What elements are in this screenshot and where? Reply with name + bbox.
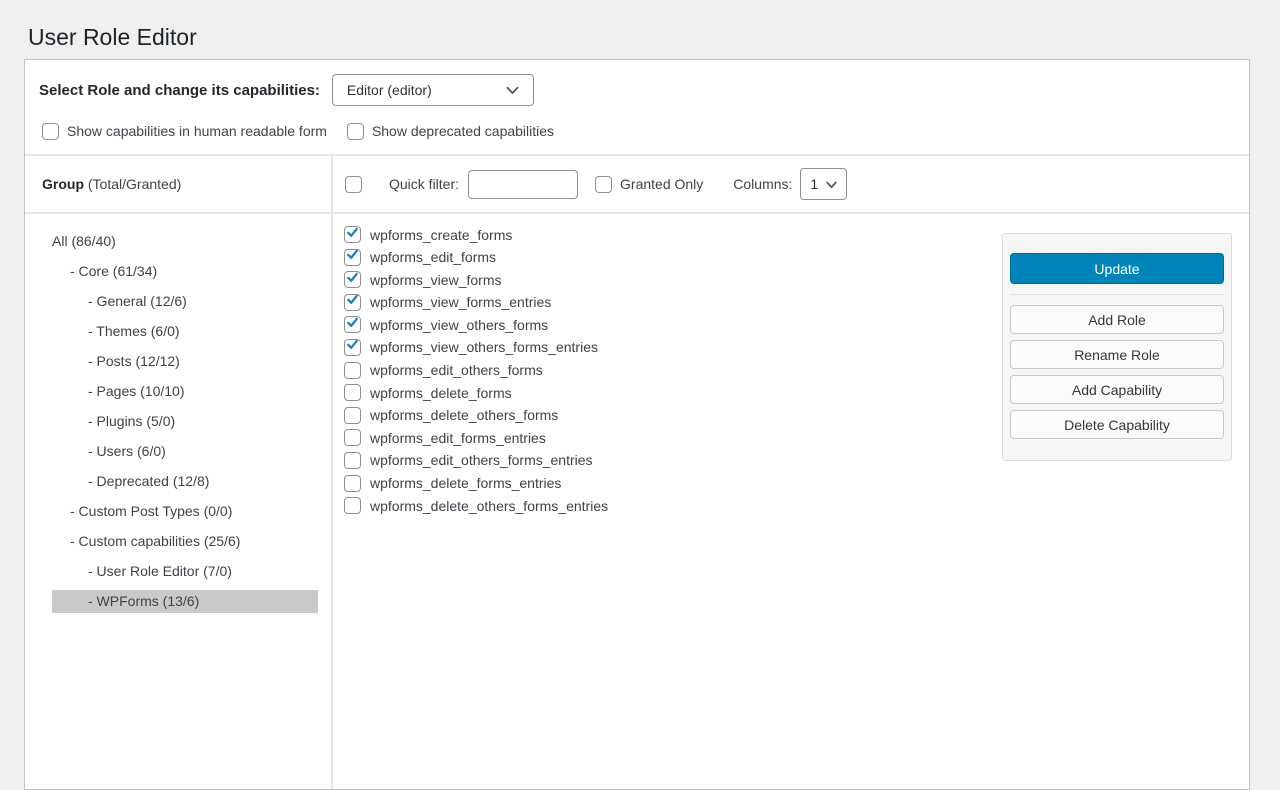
granted-only-checkbox[interactable] [595, 176, 612, 193]
check-icon [346, 338, 359, 356]
group-tree-item[interactable]: - Posts (12/12) [52, 350, 318, 373]
vertical-divider [331, 156, 333, 789]
capability-row: wpforms_delete_forms [344, 384, 608, 401]
columns-select-value: 1 [810, 176, 818, 192]
group-tree-item[interactable]: All (86/40) [52, 230, 318, 253]
role-select-label: Select Role and change its capabilities: [39, 82, 320, 99]
deprecated-checkbox[interactable] [347, 123, 364, 140]
capability-label: wpforms_view_forms_entries [370, 294, 551, 310]
role-select[interactable]: Editor (editor) [332, 74, 534, 106]
group-tree-item[interactable]: - User Role Editor (7/0) [52, 560, 318, 583]
capability-row: wpforms_edit_forms [344, 249, 608, 266]
group-header-suffix: (Total/Granted) [88, 176, 181, 192]
group-tree-item[interactable]: - WPForms (13/6) [52, 590, 318, 613]
capability-label: wpforms_delete_others_forms [370, 407, 558, 423]
check-icon [346, 226, 359, 244]
check-icon [346, 316, 359, 334]
capability-label: wpforms_edit_forms_entries [370, 430, 546, 446]
quick-filter-input[interactable] [468, 170, 578, 199]
capability-label: wpforms_edit_others_forms_entries [370, 452, 593, 468]
capability-row: wpforms_edit_others_forms [344, 362, 608, 379]
select-all-checkbox[interactable] [345, 176, 362, 193]
role-selector-row: Select Role and change its capabilities:… [39, 74, 534, 106]
divider [25, 212, 1249, 214]
capability-label: wpforms_edit_others_forms [370, 362, 543, 378]
capability-checkbox-checked[interactable] [344, 249, 361, 266]
capability-label: wpforms_view_forms [370, 272, 501, 288]
capability-checkbox-checked[interactable] [344, 271, 361, 288]
page-title: User Role Editor [28, 22, 197, 52]
human-readable-checkbox[interactable] [42, 123, 59, 140]
capability-checkbox-checked[interactable] [344, 316, 361, 333]
add-role-button[interactable]: Add Role [1010, 305, 1224, 334]
group-tree: All (86/40) - Core (61/34) - General (12/6… [25, 230, 331, 620]
delete-capability-button[interactable]: Delete Capability [1010, 410, 1224, 439]
group-tree-item[interactable]: - Plugins (5/0) [52, 410, 318, 433]
divider [1010, 294, 1224, 295]
capability-label: wpforms_delete_forms_entries [370, 475, 561, 491]
group-tree-item[interactable]: - Users (6/0) [52, 440, 318, 463]
columns-select[interactable]: 1 [800, 168, 847, 200]
add-capability-button[interactable]: Add Capability [1010, 375, 1224, 404]
update-button[interactable]: Update [1010, 253, 1224, 284]
quick-filter-label: Quick filter: [389, 176, 459, 192]
capability-row: wpforms_delete_forms_entries [344, 475, 608, 492]
main-panel: Select Role and change its capabilities:… [24, 59, 1250, 790]
group-tree-item[interactable]: - Custom Post Types (0/0) [52, 500, 318, 523]
capabilities-toolbar: Quick filter: Granted Only Columns: 1 [345, 156, 1239, 212]
role-select-value: Editor (editor) [347, 82, 432, 98]
capability-label: wpforms_view_others_forms [370, 317, 548, 333]
capability-checkbox[interactable] [344, 452, 361, 469]
capability-checkbox-checked[interactable] [344, 226, 361, 243]
display-options-row: Show capabilities in human readable form… [42, 122, 574, 140]
capability-row: wpforms_delete_others_forms [344, 407, 608, 424]
rename-role-button[interactable]: Rename Role [1010, 340, 1224, 369]
granted-only-label: Granted Only [620, 176, 703, 192]
human-readable-label: Show capabilities in human readable form [67, 123, 327, 139]
actions-panel: Update Add Role Rename Role Add Capabili… [1002, 233, 1232, 461]
chevron-down-icon [506, 82, 519, 98]
deprecated-label: Show deprecated capabilities [372, 123, 554, 139]
capability-label: wpforms_delete_forms [370, 385, 512, 401]
capability-label: wpforms_view_others_forms_entries [370, 339, 598, 355]
capability-checkbox[interactable] [344, 497, 361, 514]
check-icon [346, 293, 359, 311]
group-column-header: Group (Total/Granted) [42, 156, 181, 212]
group-tree-item[interactable]: - Deprecated (12/8) [52, 470, 318, 493]
capability-row: wpforms_delete_others_forms_entries [344, 497, 608, 514]
capability-row: wpforms_create_forms [344, 226, 608, 243]
capability-row: wpforms_view_forms_entries [344, 294, 608, 311]
check-icon [346, 248, 359, 266]
capability-checkbox[interactable] [344, 384, 361, 401]
chevron-down-icon [826, 176, 837, 192]
capability-row: wpforms_view_others_forms_entries [344, 339, 608, 356]
capability-row: wpforms_edit_forms_entries [344, 429, 608, 446]
group-tree-item[interactable]: - Custom capabilities (25/6) [52, 530, 318, 553]
capability-label: wpforms_delete_others_forms_entries [370, 498, 608, 514]
capability-label: wpforms_edit_forms [370, 249, 496, 265]
capability-checkbox-checked[interactable] [344, 294, 361, 311]
group-header-bold: Group [42, 176, 84, 192]
group-tree-item[interactable]: - Pages (10/10) [52, 380, 318, 403]
capability-checkbox[interactable] [344, 362, 361, 379]
group-tree-item[interactable]: - Core (61/34) [52, 260, 318, 283]
capabilities-list: wpforms_create_forms wpforms_edit_formswp… [344, 226, 608, 520]
capability-row: wpforms_view_others_forms [344, 316, 608, 333]
check-icon [346, 271, 359, 289]
group-tree-item[interactable]: - Themes (6/0) [52, 320, 318, 343]
capability-row: wpforms_view_forms [344, 271, 608, 288]
capability-checkbox[interactable] [344, 475, 361, 492]
group-tree-item[interactable]: - General (12/6) [52, 290, 318, 313]
capability-checkbox[interactable] [344, 407, 361, 424]
capability-checkbox-checked[interactable] [344, 339, 361, 356]
capability-row: wpforms_edit_others_forms_entries [344, 452, 608, 469]
capability-label: wpforms_create_forms [370, 227, 512, 243]
capability-checkbox[interactable] [344, 429, 361, 446]
columns-label: Columns: [733, 176, 792, 192]
